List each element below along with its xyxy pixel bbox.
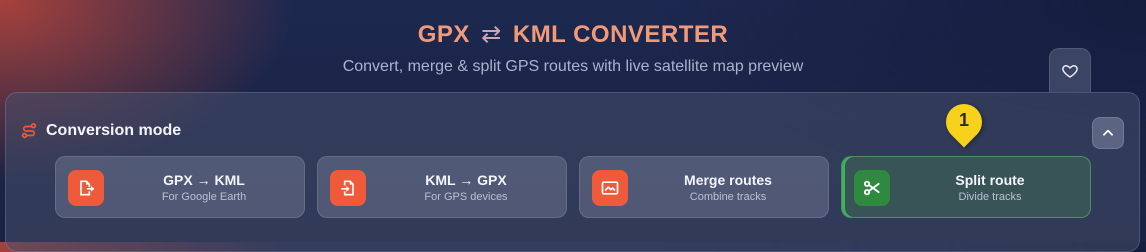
swap-icon: ⇄ bbox=[481, 21, 502, 48]
mode-label: KML → GPX bbox=[425, 172, 507, 188]
mode-subtitle: Divide tracks bbox=[958, 191, 1022, 203]
mode-card-gpx-to-kml[interactable]: GPX → KML For Google Earth bbox=[55, 156, 305, 218]
merge-icon bbox=[592, 170, 628, 206]
mode-card-kml-to-gpx[interactable]: KML → GPX For GPS devices bbox=[317, 156, 567, 218]
mode-card-merge-routes[interactable]: Merge routes Combine tracks bbox=[579, 156, 829, 218]
title-right: KML CONVERTER bbox=[512, 21, 729, 48]
mode-label: Merge routes bbox=[684, 172, 772, 188]
route-icon bbox=[21, 123, 37, 139]
import-file-icon bbox=[330, 170, 366, 206]
mode-label: Split route bbox=[955, 172, 1025, 188]
title-left: GPX bbox=[417, 21, 470, 48]
mode-card-split-route[interactable]: Split route Divide tracks bbox=[841, 156, 1091, 218]
panel-title: Conversion mode bbox=[46, 122, 182, 139]
mode-subtitle: Combine tracks bbox=[689, 191, 767, 203]
mode-label: GPX → KML bbox=[163, 172, 245, 188]
mode-text: Split route Divide tracks bbox=[890, 172, 1090, 204]
annotation-marker-number: 1 bbox=[958, 110, 969, 130]
app-subtitle: Convert, merge & split GPS routes with l… bbox=[342, 58, 804, 75]
collapse-button[interactable] bbox=[1092, 117, 1124, 149]
mode-text: GPX → KML For Google Earth bbox=[104, 172, 304, 204]
export-file-icon bbox=[68, 170, 104, 206]
mode-subtitle: For GPS devices bbox=[424, 191, 508, 203]
app-title: GPX ⇄ KML CONVERTER bbox=[0, 18, 1146, 52]
mode-text: KML → GPX For GPS devices bbox=[366, 172, 566, 204]
mode-subtitle: For Google Earth bbox=[161, 191, 247, 203]
mode-text: Merge routes Combine tracks bbox=[628, 172, 828, 204]
chevron-up-icon bbox=[1103, 129, 1113, 136]
scissors-icon bbox=[854, 170, 890, 206]
favorite-button[interactable] bbox=[1049, 48, 1091, 92]
heart-icon bbox=[1062, 64, 1078, 78]
panel-header: Conversion mode bbox=[20, 122, 181, 140]
page-header: GPX ⇄ KML CONVERTER Convert, merge & spl… bbox=[0, 18, 1146, 76]
